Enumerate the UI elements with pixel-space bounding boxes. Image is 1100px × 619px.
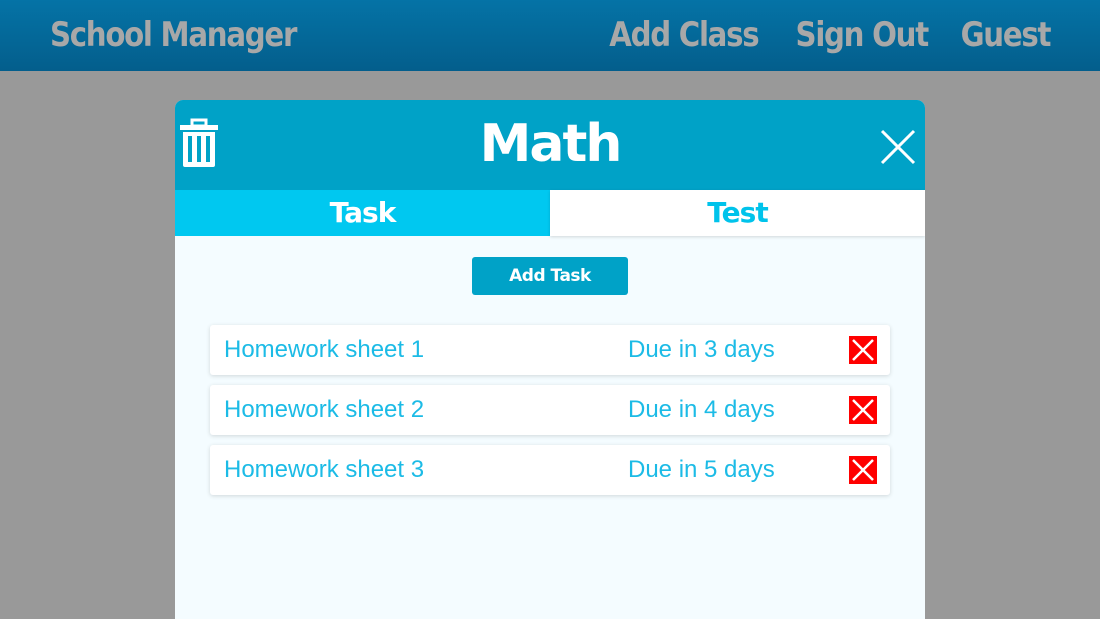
task-due: Due in 5 days — [628, 456, 775, 483]
modal-title: Math — [479, 114, 623, 174]
delete-task-icon[interactable] — [849, 396, 877, 424]
app-title[interactable]: School Manager — [50, 13, 297, 57]
modal-tabs: Task Test — [175, 190, 925, 236]
class-modal: Math Task Test Add Task Homework sheet 1… — [175, 100, 925, 619]
task-name[interactable]: Homework sheet 2 — [224, 385, 424, 435]
tab-test[interactable]: Test — [550, 190, 925, 236]
tab-task[interactable]: Task — [175, 190, 550, 236]
nav-sign-out[interactable]: Sign Out — [796, 13, 930, 57]
delete-task-icon[interactable] — [849, 336, 877, 364]
task-name[interactable]: Homework sheet 3 — [224, 445, 424, 495]
task-due: Due in 3 days — [628, 336, 775, 363]
task-due: Due in 4 days — [628, 396, 775, 423]
nav-guest[interactable]: Guest — [960, 13, 1051, 57]
close-icon[interactable] — [878, 127, 918, 167]
modal-header: Math — [175, 100, 925, 190]
nav-add-class[interactable]: Add Class — [609, 13, 759, 57]
top-navbar: School Manager Add Class Sign Out Guest — [0, 0, 1100, 71]
task-row[interactable]: Homework sheet 1 Due in 3 days — [210, 325, 890, 375]
task-row[interactable]: Homework sheet 3 Due in 5 days — [210, 445, 890, 495]
delete-task-icon[interactable] — [849, 456, 877, 484]
task-name[interactable]: Homework sheet 1 — [224, 325, 424, 375]
task-row[interactable]: Homework sheet 2 Due in 4 days — [210, 385, 890, 435]
add-task-button[interactable]: Add Task — [472, 257, 628, 295]
